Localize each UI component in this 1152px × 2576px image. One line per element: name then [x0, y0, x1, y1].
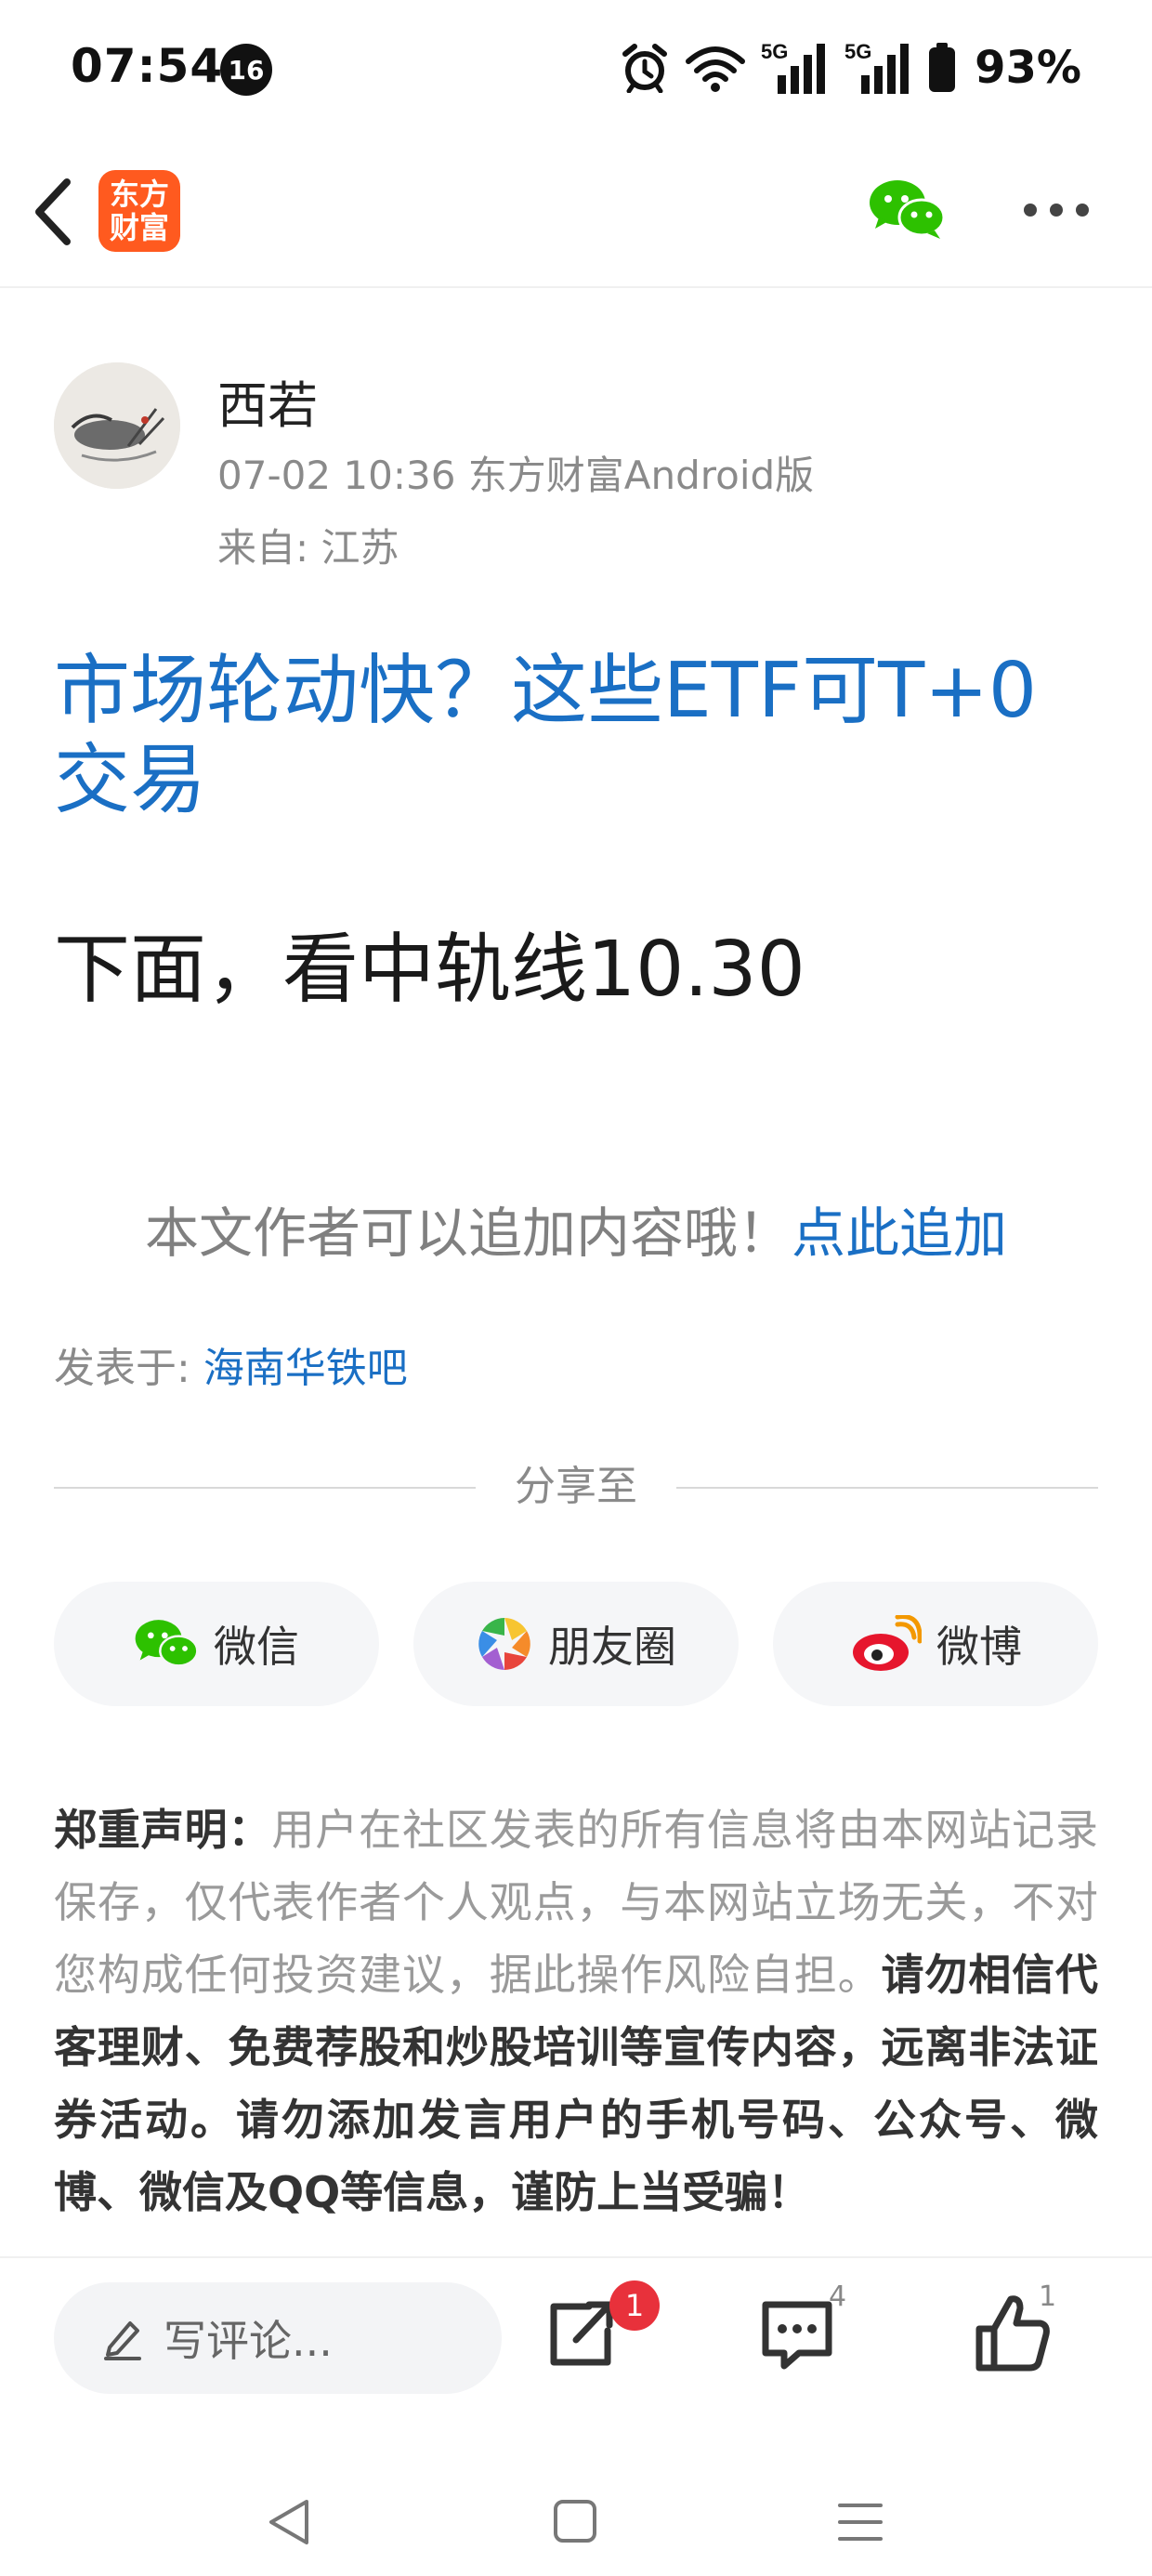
comment-placeholder: 写评论...	[164, 2316, 333, 2366]
like-button[interactable]: 1	[966, 2280, 1059, 2379]
status-icons: 5G 5G 93%	[620, 37, 1081, 99]
battery-icon	[929, 43, 956, 92]
published-in: 发表于: 海南华铁吧	[54, 1334, 408, 1394]
share-button[interactable]: 1	[533, 2280, 660, 2379]
battery-percent: 93%	[975, 42, 1081, 94]
logo-text-line2: 财富	[109, 210, 169, 245]
status-time: 07:54	[71, 39, 224, 93]
disclaimer-heading: 郑重声明：	[54, 1805, 272, 1855]
pencil-icon	[104, 2321, 141, 2360]
disclaimer: 郑重声明：用户在社区发表的所有信息将由本网站记录保存，仅代表作者个人观点，与本网…	[54, 1794, 1098, 2256]
share-moments-label: 朋友圈	[548, 1622, 676, 1672]
svg-text:5G: 5G	[761, 40, 788, 63]
divider-line	[676, 1487, 1098, 1489]
system-nav-bar	[0, 2416, 1152, 2576]
signal-5g-icon: 5G	[761, 40, 826, 94]
svg-text:5G: 5G	[844, 40, 871, 63]
more-icon[interactable]	[1022, 201, 1091, 219]
comment-input[interactable]: 写评论...	[54, 2282, 502, 2394]
bar-link[interactable]: 海南华铁吧	[203, 1345, 408, 1392]
append-notice-text: 本文作者可以追加内容哦！	[144, 1202, 792, 1265]
share-moments-button[interactable]: 朋友圈	[413, 1582, 739, 1706]
signal-5g-icon-2: 5G	[844, 40, 910, 94]
nav-home-icon[interactable]	[552, 2498, 598, 2544]
nav-back-icon[interactable]	[266, 2496, 312, 2548]
avatar[interactable]	[54, 362, 180, 489]
post-location: 来自: 江苏	[217, 525, 399, 571]
post-title[interactable]: 市场轮动快？这些ETF可T+0交易	[54, 647, 1104, 825]
like-count: 1	[1039, 2280, 1057, 2313]
share-badge: 1	[609, 2280, 660, 2331]
share-weibo-button[interactable]: 微博	[773, 1582, 1098, 1706]
status-bar: 07:54 16 5G 5G 93%	[0, 0, 1152, 139]
share-wechat-button[interactable]: 微信	[54, 1582, 379, 1706]
app-header: 东方 财富	[0, 139, 1152, 288]
append-notice: 本文作者可以追加内容哦！点此追加	[0, 1189, 1152, 1268]
notification-count-badge: 16	[220, 44, 272, 96]
bottom-action-bar: 写评论... 1 4 1	[0, 2256, 1152, 2407]
share-wechat-label: 微信	[214, 1622, 299, 1672]
wifi-icon	[686, 46, 746, 92]
share-divider: 分享至	[54, 1459, 1098, 1515]
moments-icon	[478, 1618, 530, 1670]
logo-text-line1: 东方	[109, 177, 169, 212]
alarm-icon	[622, 44, 668, 93]
published-label: 发表于:	[54, 1345, 203, 1392]
append-link[interactable]: 点此追加	[792, 1202, 1007, 1265]
share-weibo-label: 微博	[936, 1622, 1022, 1672]
weibo-icon	[853, 1615, 922, 1671]
app-logo: 东方 财富	[98, 170, 180, 252]
back-icon[interactable]	[26, 175, 82, 249]
author-name[interactable]: 西若	[217, 364, 318, 438]
avatar-image	[54, 362, 180, 489]
post-meta: 07-02 10:36 东方财富Android版	[217, 453, 815, 498]
comments-button[interactable]: 4	[751, 2280, 846, 2379]
wechat-icon	[135, 1620, 199, 1667]
comment-count: 4	[829, 2280, 847, 2313]
post-body: 下面，看中轨线10.30	[54, 926, 805, 1014]
nav-menu-icon[interactable]	[836, 2500, 884, 2544]
wechat-icon[interactable]	[868, 177, 946, 242]
